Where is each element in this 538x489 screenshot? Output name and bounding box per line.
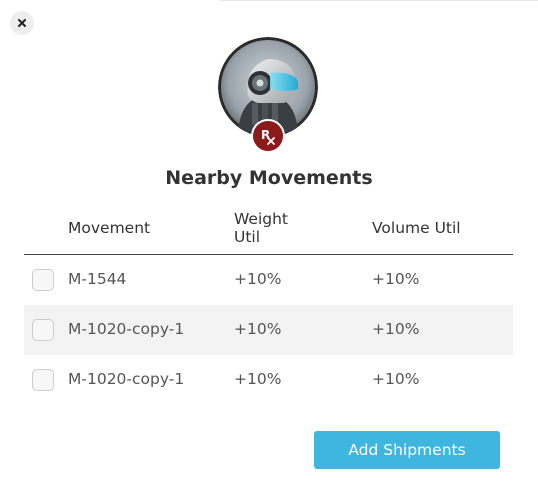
cell-volume-util: +10% — [372, 320, 420, 338]
movements-table: Movement Weight Util Volume Util M-1544 … — [24, 205, 513, 405]
cell-weight-util: +10% — [234, 370, 282, 388]
table-header: Movement Weight Util Volume Util — [24, 205, 513, 255]
cell-movement: M-1544 — [68, 270, 127, 288]
avatar-group: R — [218, 37, 318, 153]
close-button[interactable] — [10, 11, 34, 35]
table-row: M-1020-copy-1 +10% +10% — [24, 305, 513, 355]
rx-badge: R — [251, 119, 285, 153]
header-weight-util: Weight Util — [234, 210, 314, 246]
cell-weight-util: +10% — [234, 270, 282, 288]
add-shipments-button[interactable]: Add Shipments — [314, 431, 500, 469]
cell-movement: M-1020-copy-1 — [68, 320, 185, 338]
header-weight-line1: Weight — [234, 210, 289, 228]
nearby-movements-dialog: R Nearby Movements Movement Weight Util … — [0, 0, 538, 489]
cell-movement: M-1020-copy-1 — [68, 370, 185, 388]
close-icon — [18, 19, 26, 27]
dialog-title: Nearby Movements — [165, 167, 373, 189]
rx-icon: R — [261, 128, 275, 145]
header-volume-util: Volume Util — [372, 219, 461, 237]
cell-volume-util: +10% — [372, 370, 420, 388]
row-checkbox[interactable] — [32, 319, 54, 341]
header-movement: Movement — [68, 219, 151, 237]
row-checkbox[interactable] — [32, 369, 54, 391]
cell-weight-util: +10% — [234, 320, 282, 338]
cell-volume-util: +10% — [372, 270, 420, 288]
table-row: M-1020-copy-1 +10% +10% — [24, 355, 513, 405]
dialog-top-border — [220, 0, 538, 1]
header-weight-line2: Util — [234, 228, 261, 246]
row-checkbox[interactable] — [32, 269, 54, 291]
table-row: M-1544 +10% +10% — [24, 255, 513, 305]
